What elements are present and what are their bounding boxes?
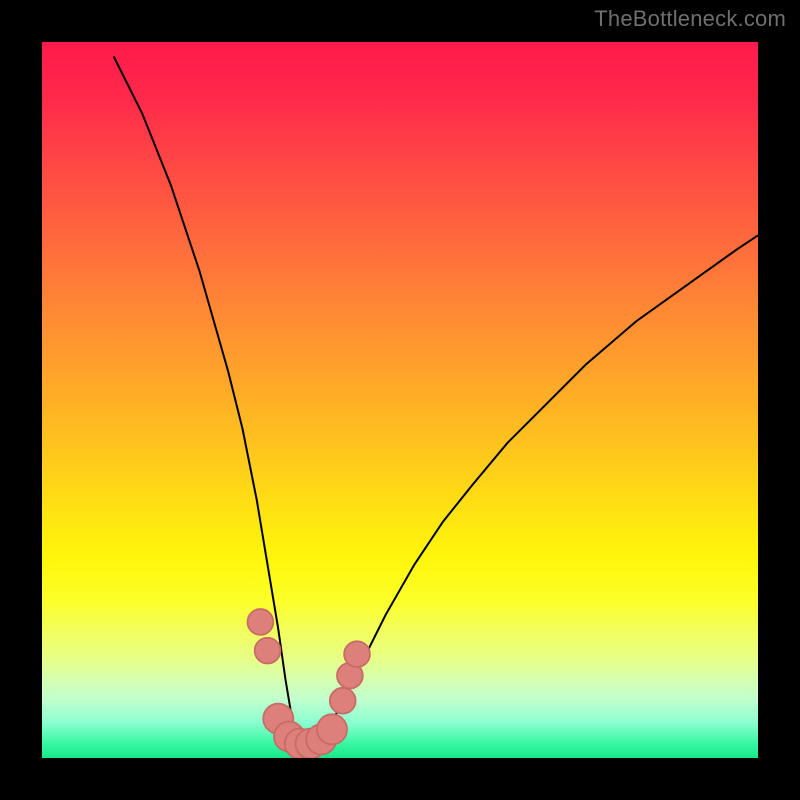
curve-marker: [255, 638, 281, 664]
curve-marker: [317, 714, 347, 744]
curve-marker: [330, 688, 356, 714]
curve-marker: [247, 609, 273, 635]
curve-marker: [344, 641, 370, 667]
plot-area: [42, 42, 758, 758]
curve-layer: [42, 42, 758, 758]
bottleneck-curve: [114, 56, 758, 751]
attribution-text: TheBottleneck.com: [594, 6, 786, 32]
chart-frame: TheBottleneck.com: [0, 0, 800, 800]
